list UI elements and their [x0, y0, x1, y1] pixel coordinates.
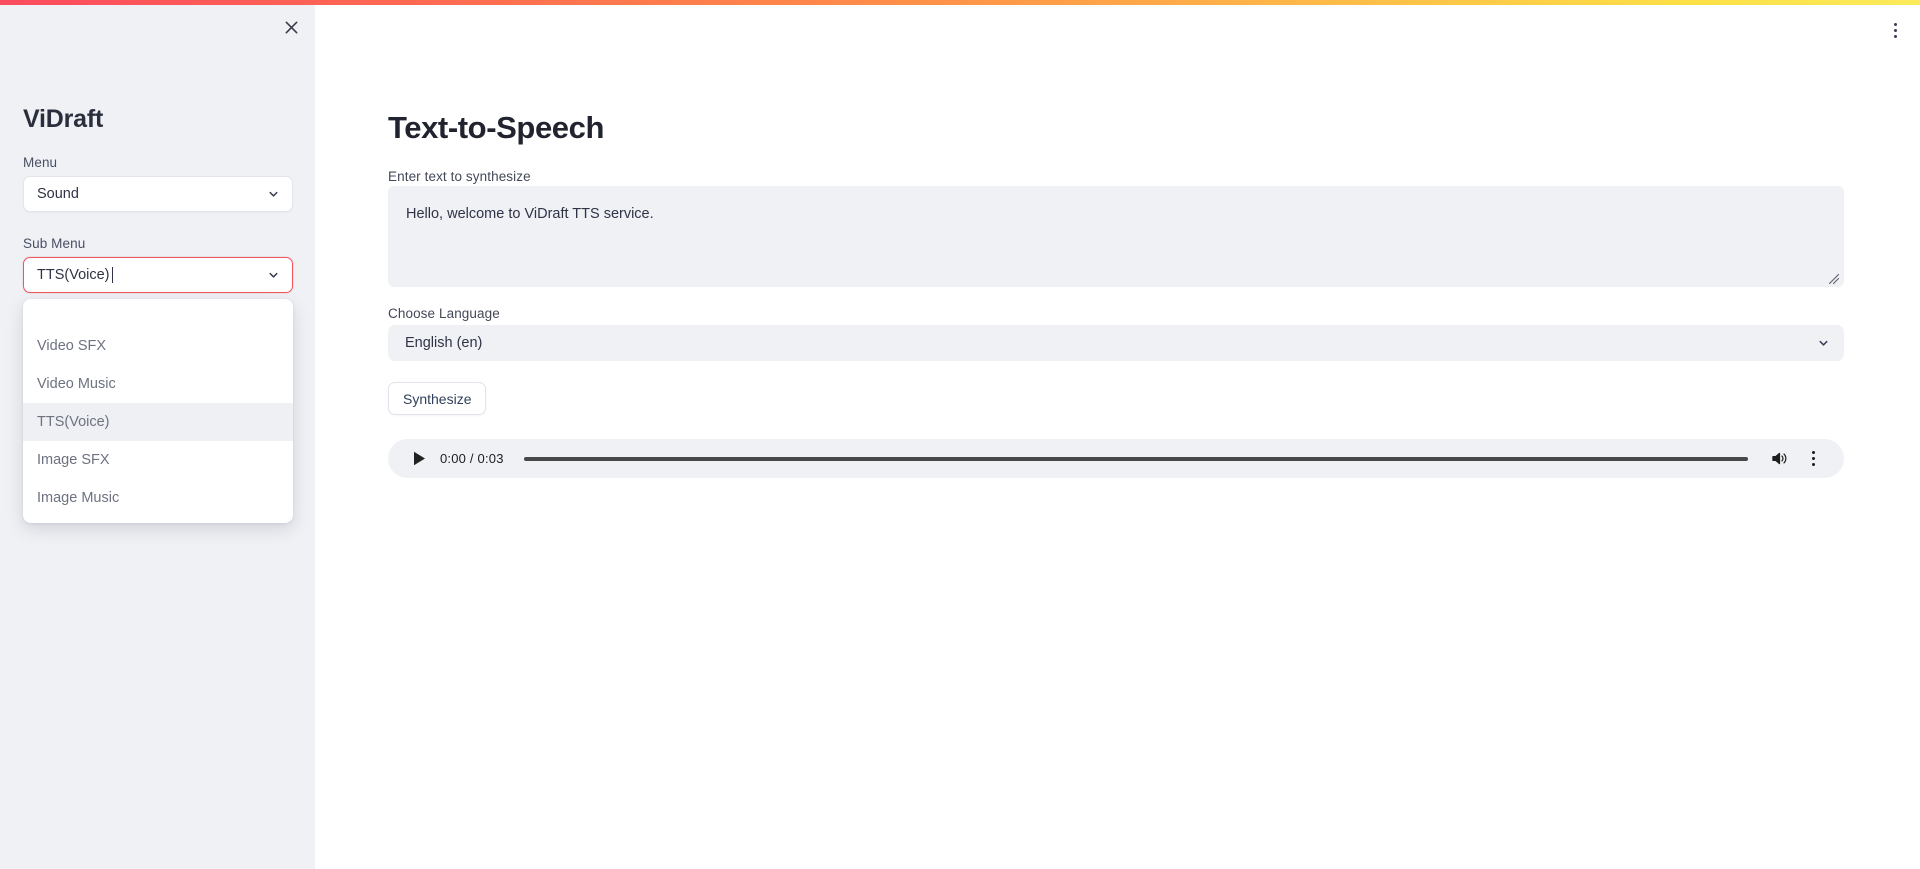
submenu-dropdown-list: Video SFX Video Music TTS(Voice) Image S…	[23, 299, 293, 523]
main-content: Text-to-Speech Enter text to synthesize …	[315, 5, 1920, 869]
kebab-dot	[1893, 34, 1897, 38]
close-icon[interactable]	[275, 11, 307, 43]
dropdown-option-image-music[interactable]: Image Music	[23, 479, 293, 517]
volume-icon[interactable]	[1766, 446, 1792, 472]
dropdown-option-image-sfx[interactable]: Image SFX	[23, 441, 293, 479]
dropdown-option-blank[interactable]	[23, 305, 293, 327]
kebab-dot	[1893, 28, 1897, 32]
menu-field-group: Menu Sound	[23, 155, 293, 212]
audio-player: 0:00 / 0:03	[388, 439, 1844, 478]
audio-time-display: 0:00 / 0:03	[440, 451, 504, 466]
text-caret	[111, 267, 113, 283]
menu-select[interactable]: Sound	[23, 176, 293, 212]
text-input-label: Enter text to synthesize	[388, 169, 531, 184]
kebab-dot	[1811, 457, 1815, 460]
chevron-down-icon	[1817, 337, 1830, 350]
sidebar-panel: ViDraft Menu Sound Sub Menu TTS(Voice) V…	[0, 0, 315, 869]
brand-title: ViDraft	[23, 105, 104, 133]
submenu-field-group: Sub Menu TTS(Voice)	[23, 236, 293, 293]
kebab-dot	[1811, 451, 1815, 454]
submenu-select[interactable]: TTS(Voice)	[23, 257, 293, 293]
chevron-down-icon	[267, 188, 280, 201]
kebab-menu-icon[interactable]	[1882, 15, 1908, 45]
menu-select-value: Sound	[37, 186, 79, 202]
kebab-dot	[1811, 463, 1815, 466]
top-gradient-bar	[0, 0, 1920, 5]
chevron-down-icon	[267, 269, 280, 282]
play-icon[interactable]	[406, 446, 432, 472]
dropdown-option-video-sfx[interactable]: Video SFX	[23, 327, 293, 365]
synthesis-text-input[interactable]: Hello, welcome to ViDraft TTS service.	[388, 186, 1844, 287]
menu-label: Menu	[23, 155, 58, 170]
dropdown-option-video-music[interactable]: Video Music	[23, 365, 293, 403]
synthesis-text-value: Hello, welcome to ViDraft TTS service.	[406, 206, 654, 222]
submenu-select-value: TTS(Voice)	[37, 267, 110, 283]
kebab-menu-icon[interactable]	[1800, 446, 1826, 472]
language-select-value: English (en)	[405, 335, 483, 351]
kebab-dot	[1893, 22, 1897, 26]
resize-handle-icon[interactable]	[1826, 271, 1840, 285]
dropdown-option-tts-voice[interactable]: TTS(Voice)	[23, 403, 293, 441]
language-select[interactable]: English (en)	[388, 325, 1844, 361]
audio-progress-slider[interactable]	[523, 456, 1748, 461]
app-root: ViDraft Menu Sound Sub Menu TTS(Voice) V…	[0, 0, 1920, 869]
page-title: Text-to-Speech	[388, 110, 605, 145]
language-label: Choose Language	[388, 306, 500, 321]
synthesize-button[interactable]: Synthesize	[388, 382, 487, 415]
submenu-label: Sub Menu	[23, 236, 86, 251]
